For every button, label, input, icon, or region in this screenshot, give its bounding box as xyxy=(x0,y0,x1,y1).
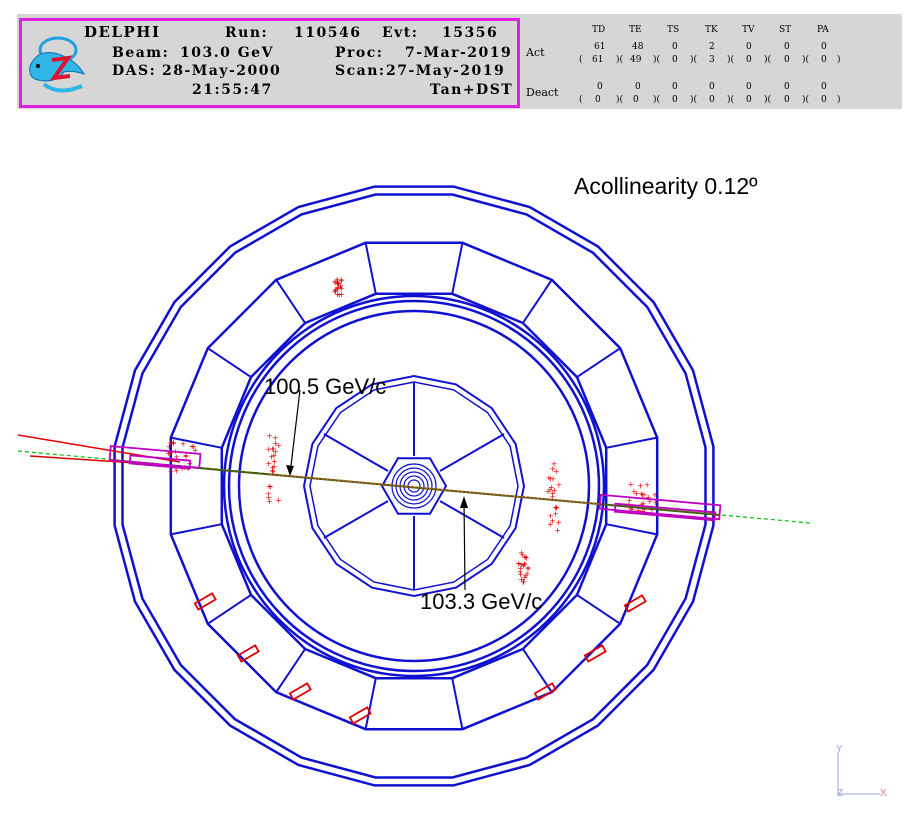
tpc-spoke xyxy=(439,500,505,539)
hit-marker: + xyxy=(652,491,659,500)
event-display: ++++++++++++++++++++++++++++++++++++++++… xyxy=(17,173,887,799)
calorimeter-divider xyxy=(275,648,306,693)
detector-geometry xyxy=(113,185,715,787)
calo-cell xyxy=(288,682,312,701)
hit-marker: + xyxy=(266,482,273,491)
acollinearity-label: Acollinearity 0.12º xyxy=(574,173,758,199)
hit-marker: + xyxy=(180,440,187,449)
calorimeter-divider xyxy=(606,436,658,449)
arrow-head-icon xyxy=(460,496,468,508)
hit-marker: + xyxy=(265,493,272,502)
hit-marker: + xyxy=(547,486,554,495)
calo-cell xyxy=(623,594,647,613)
hit-marker: + xyxy=(555,518,562,527)
hit-marker: + xyxy=(644,481,651,490)
momentum-arrow-1 xyxy=(289,389,301,475)
outer-ring xyxy=(121,193,707,779)
hit-marker: + xyxy=(268,453,275,462)
calorimeter-divider xyxy=(275,279,306,324)
hit-marker: + xyxy=(552,510,559,519)
calorimeter-divider xyxy=(522,279,553,324)
calorimeter-divider xyxy=(364,678,377,730)
calorimeter-divider xyxy=(451,242,464,294)
track2-momentum-label: 103.3 GeV/c xyxy=(420,589,542,614)
outer-ring xyxy=(113,185,715,787)
hit-marker: + xyxy=(518,561,525,570)
hit-marker: + xyxy=(275,496,282,505)
hit-marker: + xyxy=(189,442,196,451)
calorimeter-outer xyxy=(169,241,659,731)
momentum-arrow-2 xyxy=(463,499,466,591)
hit-marker: + xyxy=(336,290,343,299)
hit-marker: + xyxy=(551,460,558,469)
tpc-spoke xyxy=(323,433,389,472)
calorimeter-divider xyxy=(364,242,377,294)
hit-marker: + xyxy=(170,438,177,447)
calorimeter-divider xyxy=(207,347,252,378)
track1-momentum-label: 100.5 GeV/c xyxy=(264,374,386,399)
axis-gizmo: Y Z X xyxy=(836,744,887,799)
tracker-ring xyxy=(227,299,601,673)
hit-marker: + xyxy=(518,575,525,584)
calo-cell xyxy=(193,592,217,611)
calorimeter-divider xyxy=(576,594,621,625)
hit-marker: + xyxy=(556,481,563,490)
hit-marker: + xyxy=(266,432,273,441)
calorimeter-divider xyxy=(170,523,222,536)
calorimeter-divider xyxy=(576,347,621,378)
tpc-spoke xyxy=(439,433,505,472)
calo-cell xyxy=(236,644,260,663)
axis-z-label: Z xyxy=(837,788,843,799)
calorimeter-divider xyxy=(451,678,464,730)
axis-y-label: Y xyxy=(836,744,843,755)
arrow-head-icon xyxy=(286,465,294,476)
axis-x-label: X xyxy=(880,788,887,799)
tpc-spoke xyxy=(323,500,389,539)
hit-marker: + xyxy=(631,487,638,496)
calo-cell xyxy=(533,682,557,701)
calorimeter-divider xyxy=(606,523,658,536)
